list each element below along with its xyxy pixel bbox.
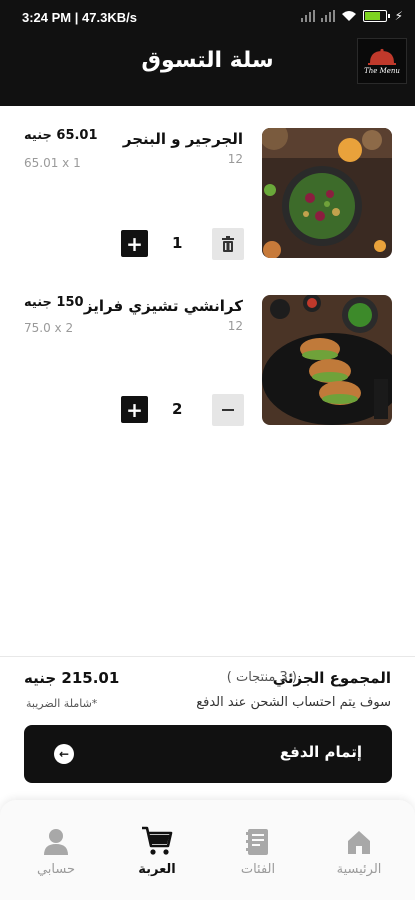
product-name: الجرجير و البنجر xyxy=(122,130,243,148)
product-price: 150 جنيه xyxy=(24,295,84,310)
product-price: 65.01 جنيه xyxy=(24,128,98,143)
trash-icon xyxy=(222,236,234,252)
logo-text: The Menu xyxy=(364,66,400,75)
bottom-navigation: الرئيسية الفئات العربة حسابي xyxy=(0,800,415,900)
status-bar: 3:24 PM | 47.3KB/s ⚡ xyxy=(0,0,415,36)
product-image[interactable] xyxy=(262,128,392,258)
app-header: 3:24 PM | 47.3KB/s ⚡ سلة التسوق The Menu xyxy=(0,0,415,106)
decrement-button[interactable] xyxy=(212,394,244,426)
order-summary: المجموع الجزئي ( 3 منتجات ) سوف يتم احتس… xyxy=(0,656,415,806)
shipping-note: سوف يتم احتساب الشحن عند الدفع xyxy=(196,695,391,710)
nav-home[interactable]: الرئيسية xyxy=(319,826,399,877)
checkout-button[interactable]: إتمام الدفع ← xyxy=(24,725,392,783)
signal-icon xyxy=(320,10,335,22)
arrow-left-icon: ← xyxy=(54,744,74,764)
page-title: سلة التسوق xyxy=(141,48,274,73)
cloche-icon xyxy=(368,48,396,65)
checkout-label: إتمام الدفع xyxy=(279,743,362,761)
subtotal-value: 215.01 جنيه xyxy=(24,669,120,687)
nav-account-label: حسابي xyxy=(36,862,76,877)
unit-price-line: 75.0 x 2 xyxy=(24,321,74,335)
product-sub-label: 12 xyxy=(227,319,243,333)
nav-categories-label: الفئات xyxy=(240,862,276,877)
minus-icon xyxy=(222,409,234,411)
nav-cart[interactable]: العربة xyxy=(117,826,197,877)
unit-price-line: 65.01 x 1 xyxy=(24,156,81,170)
increment-button[interactable]: + xyxy=(121,230,148,257)
signal-icon xyxy=(300,10,315,22)
product-sub-label: 12 xyxy=(227,152,243,166)
increment-button[interactable]: + xyxy=(121,396,148,423)
salad-image xyxy=(262,128,392,258)
charging-icon: ⚡ xyxy=(394,9,403,23)
battery-icon xyxy=(362,10,390,22)
remove-item-button[interactable] xyxy=(212,228,244,260)
cart-icon xyxy=(142,826,173,855)
quantity-value: 1 xyxy=(172,234,183,252)
nav-home-label: الرئيسية xyxy=(336,862,382,877)
cart-item: الجرجير و البنجر 65.01 جنيه 12 65.01 x 1… xyxy=(0,122,415,262)
nav-categories[interactable]: الفئات xyxy=(218,826,298,877)
status-icons: ⚡ xyxy=(300,9,403,23)
fries-image xyxy=(262,295,392,425)
product-name: كرانشي تشيزي فرايز xyxy=(83,297,243,315)
user-icon xyxy=(44,829,68,855)
items-count: ( 3 منتجات ) xyxy=(226,670,297,685)
brand-logo[interactable]: The Menu xyxy=(357,38,407,84)
tax-note: *شاملة الضريبة xyxy=(26,697,98,710)
categories-icon xyxy=(246,829,268,855)
nav-cart-label: العربة xyxy=(138,862,176,877)
quantity-value: 2 xyxy=(172,400,183,418)
cart-item: كرانشي تشيزي فرايز 150 جنيه 12 75.0 x 2 … xyxy=(0,289,415,429)
wifi-icon xyxy=(341,11,356,21)
nav-account[interactable]: حسابي xyxy=(16,826,96,877)
product-image[interactable] xyxy=(262,295,392,425)
home-icon xyxy=(348,831,370,854)
status-time: 3:24 PM | 47.3KB/s xyxy=(22,10,137,25)
